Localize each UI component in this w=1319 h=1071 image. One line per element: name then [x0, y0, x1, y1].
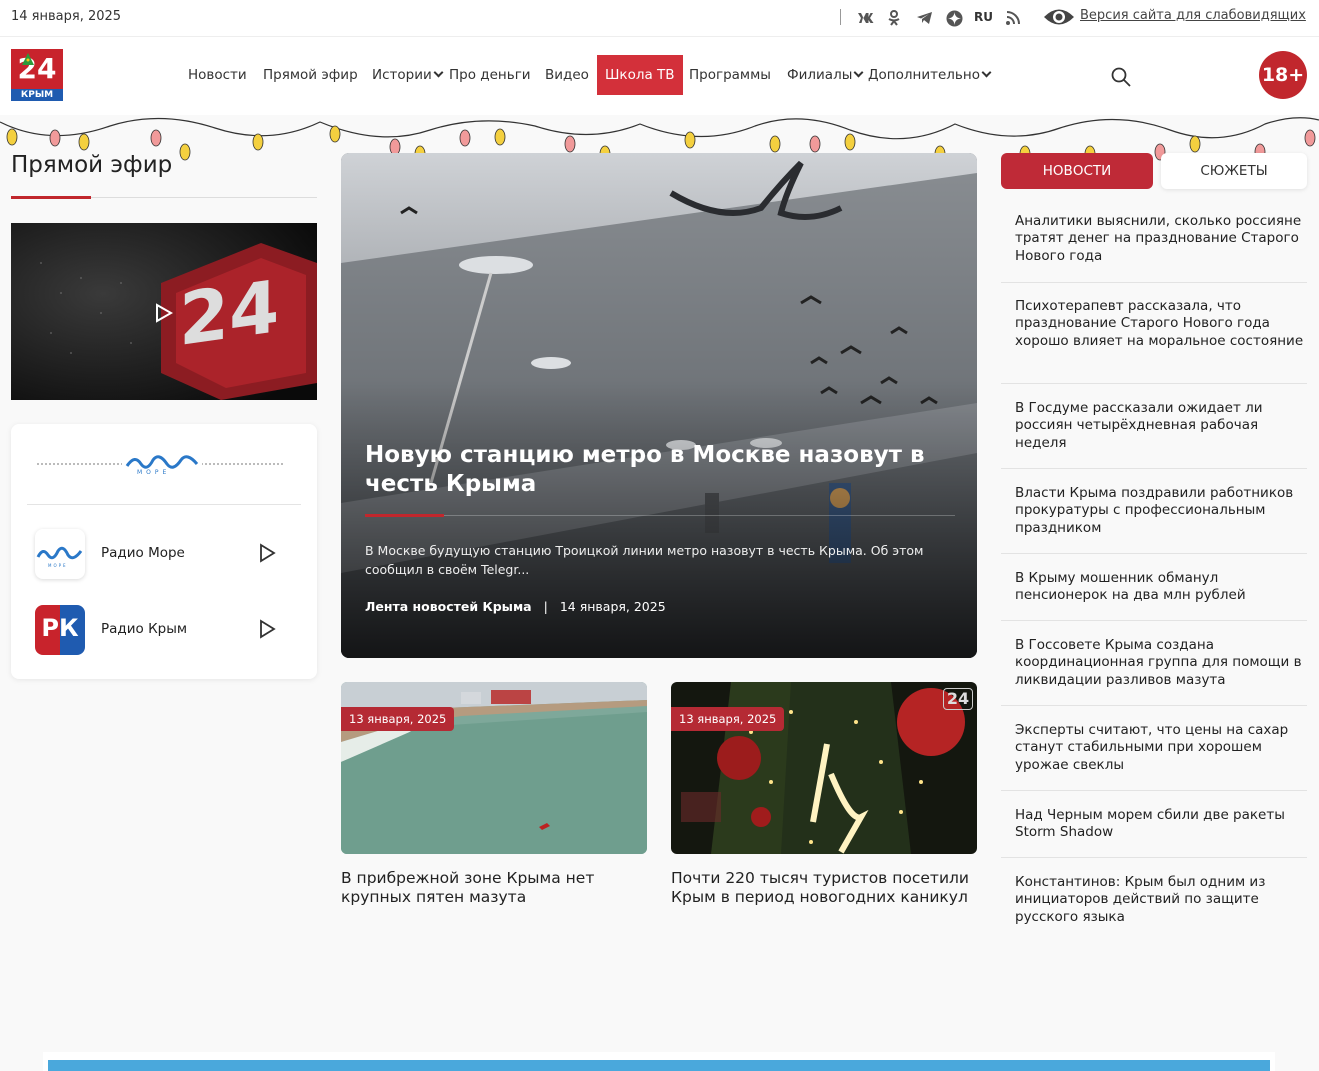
divider: [365, 515, 955, 516]
nav-label: Программы: [689, 67, 771, 83]
nav-live[interactable]: Прямой эфир: [263, 55, 358, 95]
site-logo[interactable]: 24 КРЫМ: [11, 49, 63, 101]
news-list-item[interactable]: В Госдуме рассказали ожидает ли россиян …: [1001, 384, 1307, 469]
news-headline: В Госсовете Крыма создана координационна…: [1015, 637, 1302, 688]
hero-article[interactable]: [341, 153, 977, 658]
chevron-down-icon: [981, 67, 992, 78]
news-headline: Эксперты считают, что цены на сахар стан…: [1015, 722, 1289, 773]
current-date: 14 января, 2025: [11, 9, 122, 24]
news-headline: В Крыму мошенник обманул пенсионерок на …: [1015, 570, 1246, 604]
nav-video[interactable]: Видео: [545, 55, 589, 95]
station-radio-more[interactable]: МОРЕ Радио Море: [35, 529, 295, 579]
card-date: 13 января, 2025: [671, 707, 785, 731]
vk-icon[interactable]: [856, 8, 876, 28]
nav-more[interactable]: Дополнительно: [868, 55, 992, 95]
news-list-item[interactable]: Аналитики выяснили, сколько россияне тра…: [1001, 203, 1307, 283]
news-list-item[interactable]: В Крыму мошенник обманул пенсионерок на …: [1001, 554, 1307, 621]
nav-label: Новости: [188, 67, 247, 83]
logo-subtitle: КРЫМ: [11, 89, 63, 101]
age-rating-badge: 18+: [1259, 51, 1307, 99]
news-headline: В Госдуме рассказали ожидает ли россиян …: [1015, 400, 1263, 451]
play-icon[interactable]: [257, 619, 277, 639]
hero-meta: Лента новостей Крыма | 14 января, 2025: [365, 599, 666, 614]
news-list-item[interactable]: Эксперты считают, что цены на сахар стан…: [1001, 706, 1307, 791]
station-name: Радио Крым: [101, 621, 188, 637]
radio-more-logo: МОРЕ: [35, 529, 85, 579]
ok-icon[interactable]: [886, 8, 902, 28]
nav-label: Филиалы: [787, 67, 853, 83]
wave-icon: [36, 546, 83, 560]
radio-crimea-logo: РК: [35, 605, 85, 655]
header: 24 КРЫМ Новости Прямой эфир Истории Про …: [0, 37, 1319, 115]
chevron-down-icon: [853, 67, 864, 78]
top-bar: 14 января, 2025 RU Версия сайта для слаб…: [0, 0, 1319, 37]
meta-separator: |: [543, 599, 548, 614]
nav-school-tv[interactable]: Школа ТВ: [597, 55, 683, 95]
radio-brand: МОРЕ: [137, 469, 171, 476]
news-headline: Над Черным морем сбили две ракеты Storm …: [1015, 807, 1285, 841]
title-accent: [11, 196, 91, 199]
language-switch[interactable]: RU: [974, 10, 993, 24]
station-radio-crimea[interactable]: РК Радио Крым: [35, 605, 295, 655]
nav-money[interactable]: Про деньги: [449, 55, 531, 95]
tab-news[interactable]: НОВОСТИ: [1001, 153, 1153, 189]
nav-label: Видео: [545, 67, 589, 83]
nav-label: Школа ТВ: [605, 67, 675, 83]
live-section-title: Прямой эфир: [11, 152, 173, 178]
divider: [840, 9, 841, 25]
nav-label: Истории: [372, 67, 432, 83]
player-logo: 24: [179, 263, 280, 363]
search-icon[interactable]: [1111, 67, 1131, 91]
news-list-item[interactable]: Константинов: Крым был одним из инициато…: [1001, 858, 1307, 938]
card-title[interactable]: Почти 220 тысяч туристов посетили Крым в…: [671, 869, 977, 907]
news-headline: Аналитики выяснили, сколько россияне тра…: [1015, 213, 1302, 264]
logo-caption: РК: [41, 614, 79, 642]
logo-caption: МОРЕ: [48, 563, 68, 568]
tree-icon: [22, 53, 34, 65]
hero-image: [341, 153, 977, 658]
low-vision-link[interactable]: Версия сайта для слабовидящих: [1080, 8, 1306, 23]
nav-label: Про деньги: [449, 67, 531, 83]
news-list-item[interactable]: В Госсовете Крыма создана координационна…: [1001, 621, 1307, 706]
news-list-item[interactable]: Психотерапевт рассказала, что празднован…: [1001, 283, 1307, 384]
radio-brand-row: МОРЕ: [27, 450, 293, 480]
rss-icon[interactable]: [1003, 8, 1023, 28]
hero-lead: В Москве будущую станцию Троицкой линии …: [365, 543, 924, 577]
news-list-item[interactable]: Власти Крыма поздравили работников проку…: [1001, 469, 1307, 554]
tab-stories[interactable]: СЮЖЕТЫ: [1161, 153, 1307, 189]
play-icon[interactable]: [155, 303, 173, 323]
card-date: 13 января, 2025: [341, 707, 455, 731]
dzen-icon[interactable]: [944, 8, 964, 28]
bottom-banner[interactable]: [48, 1060, 1270, 1071]
hero-title[interactable]: Новую станцию метро в Москве назовут в ч…: [365, 441, 925, 499]
nav-news[interactable]: Новости: [188, 55, 247, 95]
hero-date: 14 января, 2025: [559, 599, 666, 614]
nav-branches[interactable]: Филиалы: [787, 55, 864, 95]
live-video-player[interactable]: 24: [11, 223, 317, 400]
logo-number: 24: [11, 49, 63, 89]
divider: [27, 504, 301, 505]
hero-source[interactable]: Лента новостей Крыма: [365, 599, 532, 614]
news-headline: Психотерапевт рассказала, что празднован…: [1015, 298, 1304, 349]
station-name: Радио Море: [101, 545, 185, 561]
news-list-item[interactable]: Над Черным морем сбили две ракеты Storm …: [1001, 791, 1307, 858]
eye-icon[interactable]: [1043, 6, 1075, 32]
nav-label: Прямой эфир: [263, 67, 358, 83]
title-accent: [365, 514, 444, 517]
nav-programs[interactable]: Программы: [689, 55, 771, 95]
chevron-down-icon: [433, 67, 444, 78]
news-headline: Власти Крыма поздравили работников проку…: [1015, 485, 1294, 536]
channel-watermark: 24: [943, 688, 973, 710]
telegram-icon[interactable]: [914, 8, 934, 28]
nav-label: Дополнительно: [868, 67, 980, 83]
play-icon[interactable]: [257, 543, 277, 563]
news-headline: Константинов: Крым был одним из инициато…: [1015, 874, 1266, 925]
nav-stories[interactable]: Истории: [372, 55, 444, 95]
card-title[interactable]: В прибрежной зоне Крыма нет крупных пяте…: [341, 869, 647, 907]
